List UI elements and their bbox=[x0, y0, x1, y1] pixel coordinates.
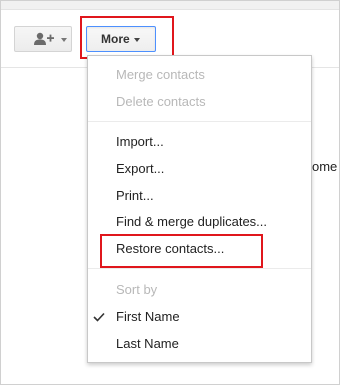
checkmark-icon bbox=[93, 312, 105, 322]
add-contact-button[interactable] bbox=[14, 26, 72, 52]
menu-item-label: First Name bbox=[116, 309, 180, 324]
contacts-window: More ome t Merge contacts Delete contact… bbox=[0, 0, 340, 385]
top-strip bbox=[1, 1, 339, 10]
menu-separator bbox=[88, 121, 311, 122]
menu-item-restore-contacts[interactable]: Restore contacts... bbox=[88, 236, 311, 262]
chevron-down-icon bbox=[61, 38, 67, 42]
menu-item-export[interactable]: Export... bbox=[88, 156, 311, 182]
menu-item-print[interactable]: Print... bbox=[88, 183, 311, 209]
more-button[interactable]: More bbox=[86, 26, 156, 52]
menu-heading-sort-by: Sort by bbox=[116, 282, 158, 297]
menu-separator bbox=[88, 268, 311, 269]
more-dropdown-menu: Merge contacts Delete contacts Import...… bbox=[87, 55, 312, 363]
person-add-icon bbox=[34, 32, 54, 45]
menu-item-find-merge-duplicates[interactable]: Find & merge duplicates... bbox=[88, 209, 311, 235]
menu-item-import[interactable]: Import... bbox=[88, 129, 311, 155]
menu-item-delete-contacts: Delete contacts bbox=[116, 94, 206, 109]
menu-item-sort-first-name[interactable]: First Name bbox=[88, 304, 311, 330]
menu-item-sort-last-name[interactable]: Last Name bbox=[88, 331, 311, 357]
background-text: ome t bbox=[312, 159, 340, 174]
chevron-down-icon bbox=[134, 38, 140, 42]
more-button-label: More bbox=[101, 32, 130, 46]
menu-item-merge-contacts: Merge contacts bbox=[116, 67, 205, 82]
